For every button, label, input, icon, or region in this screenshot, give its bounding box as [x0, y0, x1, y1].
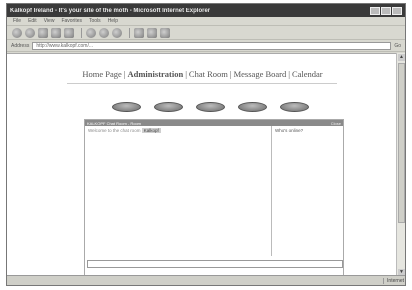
nav-administration[interactable]: Administration — [127, 69, 183, 79]
title-bar: Kalkopf Ireland - It's your site of the … — [7, 4, 405, 17]
nav-separator: | — [288, 69, 290, 79]
nav-message-board[interactable]: Message Board — [234, 69, 287, 79]
minimize-button[interactable] — [370, 6, 380, 15]
search-icon[interactable] — [86, 27, 96, 38]
security-zone: Internet — [383, 277, 404, 284]
window-title: Kalkopf Ireland - It's your site of the … — [10, 7, 211, 14]
edit-icon[interactable] — [160, 27, 170, 38]
address-input[interactable]: http://www.kalkopf.com/... — [32, 41, 392, 50]
nav-calendar[interactable]: Calendar — [292, 69, 323, 79]
chat-panel: KALKOPF Chat Room - Room Close Welcome t… — [84, 119, 344, 285]
toolbar — [7, 26, 405, 40]
chat-message-text: Welcome to the chat room — [88, 128, 141, 133]
forward-icon[interactable] — [25, 27, 35, 38]
nav-home[interactable]: Home Page — [82, 69, 121, 79]
favorites-icon[interactable] — [99, 27, 109, 38]
status-bar: Internet — [7, 275, 405, 285]
menu-tools[interactable]: Tools — [89, 18, 101, 24]
menu-file[interactable]: File — [13, 18, 21, 24]
home-icon[interactable] — [64, 27, 74, 38]
nav-separator: | — [185, 69, 187, 79]
scroll-thumb[interactable] — [398, 63, 405, 223]
menu-favorites[interactable]: Favorites — [61, 18, 82, 24]
oval-buttons — [112, 102, 322, 112]
go-button[interactable]: Go — [394, 43, 401, 49]
chat-title: KALKOPF Chat Room - Room — [87, 120, 142, 126]
toolbar-separator — [129, 27, 130, 38]
nav-chat-room[interactable]: Chat Room — [189, 69, 228, 79]
message-input[interactable] — [87, 260, 343, 268]
chat-message-tag: Kalkopf — [141, 128, 161, 133]
menu-view[interactable]: View — [44, 18, 55, 24]
oval-button-3[interactable] — [196, 102, 225, 112]
vertical-scrollbar[interactable]: ▲ ▼ — [396, 53, 405, 277]
nav-separator: | — [229, 69, 232, 79]
menu-help[interactable]: Help — [108, 18, 118, 24]
user-list[interactable]: Who's online? — [271, 126, 343, 256]
close-button[interactable] — [392, 6, 402, 15]
oval-button-5[interactable] — [280, 102, 309, 112]
oval-button-2[interactable] — [154, 102, 183, 112]
site-nav: Home Page | Administration | Chat Room | Messa… — [7, 69, 398, 79]
browser-window: Kalkopf Ireland - It's your site of the … — [6, 3, 406, 286]
refresh-icon[interactable] — [51, 27, 61, 38]
message-pane[interactable]: Welcome to the chat room Kalkopf — [85, 126, 273, 256]
mail-icon[interactable] — [134, 27, 144, 38]
oval-button-1[interactable] — [112, 102, 141, 112]
print-icon[interactable] — [147, 27, 157, 38]
nav-separator: | — [123, 69, 126, 79]
toolbar-separator — [81, 27, 82, 38]
maximize-button[interactable] — [381, 6, 391, 15]
address-label: Address — [11, 42, 30, 49]
back-icon[interactable] — [12, 27, 22, 38]
chat-message: Welcome to the chat room Kalkopf — [85, 126, 273, 135]
history-icon[interactable] — [112, 27, 122, 38]
stop-icon[interactable] — [38, 27, 48, 38]
nav-divider — [67, 83, 337, 84]
menu-edit[interactable]: Edit — [28, 18, 37, 24]
scroll-up-icon[interactable]: ▲ — [398, 54, 405, 61]
chat-close[interactable]: Close — [331, 121, 341, 126]
menu-bar: File Edit View Favorites Tools Help — [7, 17, 405, 26]
user-list-header: Who's online? — [275, 128, 304, 133]
address-bar: Address http://www.kalkopf.com/... Go — [7, 40, 405, 52]
page-content: Home Page | Administration | Chat Room | Messa… — [7, 53, 405, 285]
oval-button-4[interactable] — [238, 102, 267, 112]
